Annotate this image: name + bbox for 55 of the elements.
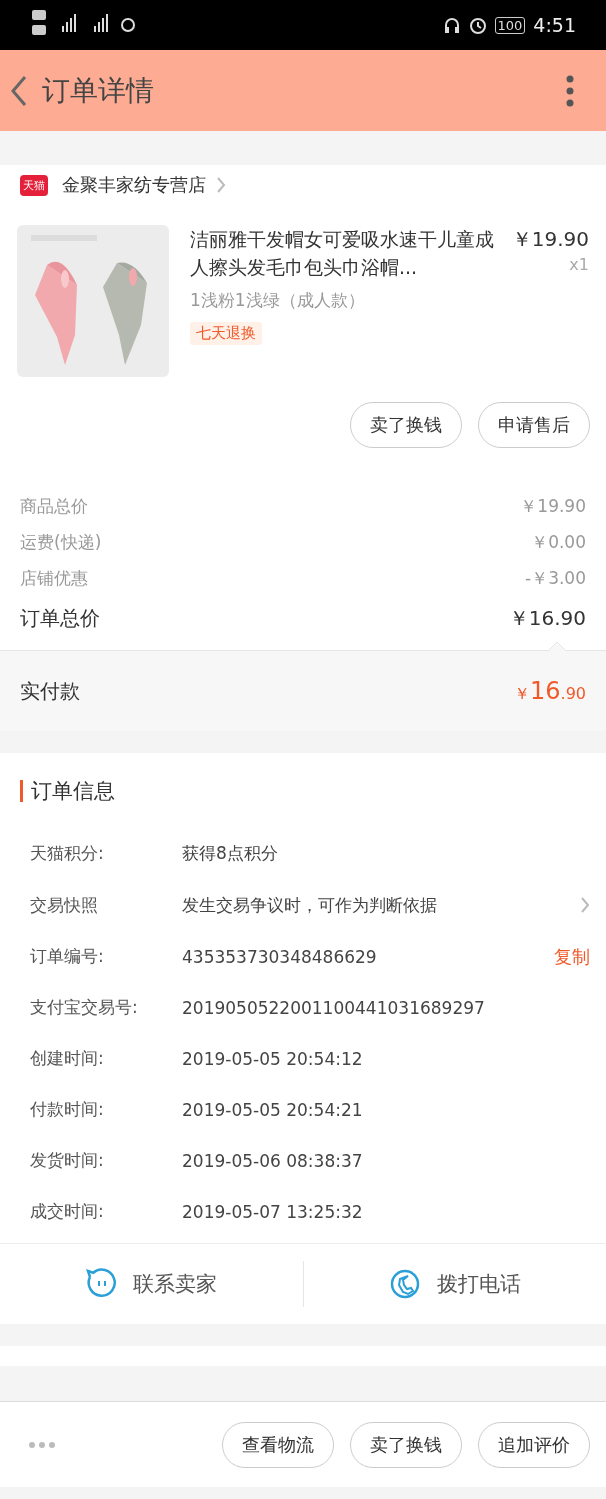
info-label: 交易快照 — [30, 893, 99, 917]
return-tag: 七天退换 — [190, 322, 262, 345]
shop-name: 金聚丰家纺专营店 — [62, 173, 206, 197]
info-value: 2019-05-06 08:38:37 — [182, 1150, 364, 1171]
contact-button[interactable]: 拨打电话 — [303, 1267, 606, 1301]
chevron-right-icon — [216, 176, 226, 194]
chevron-right-icon[interactable] — [580, 896, 590, 914]
store-badge: 天猫 — [20, 174, 48, 196]
page-title: 订单详情 — [42, 72, 155, 109]
battery-level: 100 — [494, 16, 526, 34]
info-value: 获得8点积分 — [182, 841, 279, 865]
paid-label: 实付款 — [20, 677, 80, 705]
info-label: 付款时间: — [30, 1098, 105, 1121]
summary-label: 订单总价 — [20, 604, 100, 632]
contact-button[interactable]: 联系卖家 — [0, 1267, 303, 1301]
paid-amount: ￥16.90 — [514, 677, 586, 705]
more-icon[interactable] — [28, 1440, 56, 1449]
summary-value: -￥3.00 — [525, 566, 586, 590]
info-value: 2019-05-05 20:54:21 — [182, 1099, 364, 1120]
summary-value: ￥0.00 — [531, 530, 586, 554]
info-value: 2019-05-07 13:25:32 — [182, 1201, 364, 1222]
shop-row[interactable]: 天猫 金聚丰家纺专营店 — [0, 165, 606, 205]
summary-label: 运费(快递) — [20, 530, 102, 554]
alarm-icon — [468, 16, 487, 34]
info-value: 2019050522001100441031689297 — [182, 997, 486, 1018]
chat-face-icon — [85, 1268, 118, 1300]
action-button[interactable]: 卖了换钱 — [350, 402, 462, 448]
action-button[interactable]: 申请售后 — [478, 402, 590, 448]
info-value: 435353730348486629 — [182, 946, 378, 967]
clock-time: 4:51 — [533, 14, 576, 36]
summary-label: 店铺优惠 — [20, 566, 88, 590]
info-label: 天猫积分: — [30, 841, 105, 865]
copy-link[interactable]: 复制 — [554, 944, 590, 969]
phone-icon — [388, 1268, 421, 1300]
info-label: 支付宝交易号: — [30, 996, 139, 1019]
summary-label: 商品总价 — [20, 494, 88, 518]
info-label: 发货时间: — [30, 1149, 105, 1172]
section-title: 订单信息 — [31, 778, 115, 805]
info-value: 2019-05-05 20:54:12 — [182, 1048, 364, 1069]
quantity: x1 — [569, 255, 589, 274]
info-label: 订单编号: — [30, 945, 105, 968]
headphones-icon — [442, 16, 461, 34]
summary-value: ￥16.90 — [508, 604, 586, 632]
info-value[interactable]: 发生交易争议时，可作为判断依据 — [182, 893, 580, 917]
info-label: 成交时间: — [30, 1200, 105, 1223]
product-variant: 1浅粉1浅绿（成人款） — [190, 289, 365, 312]
product-price: ￥19.90 — [511, 226, 589, 253]
action-button[interactable]: 追加评价 — [478, 1421, 590, 1468]
back-icon[interactable] — [10, 74, 28, 107]
info-label: 创建时间: — [30, 1047, 105, 1070]
more-icon[interactable] — [566, 74, 574, 107]
summary-value: ￥19.90 — [520, 494, 586, 518]
action-button[interactable]: 卖了换钱 — [350, 1421, 462, 1468]
action-button[interactable]: 查看物流 — [222, 1421, 334, 1468]
product-title[interactable]: 洁丽雅干发帽女可爱吸水速干儿童成人擦头发毛巾包头巾浴帽... — [190, 225, 502, 281]
